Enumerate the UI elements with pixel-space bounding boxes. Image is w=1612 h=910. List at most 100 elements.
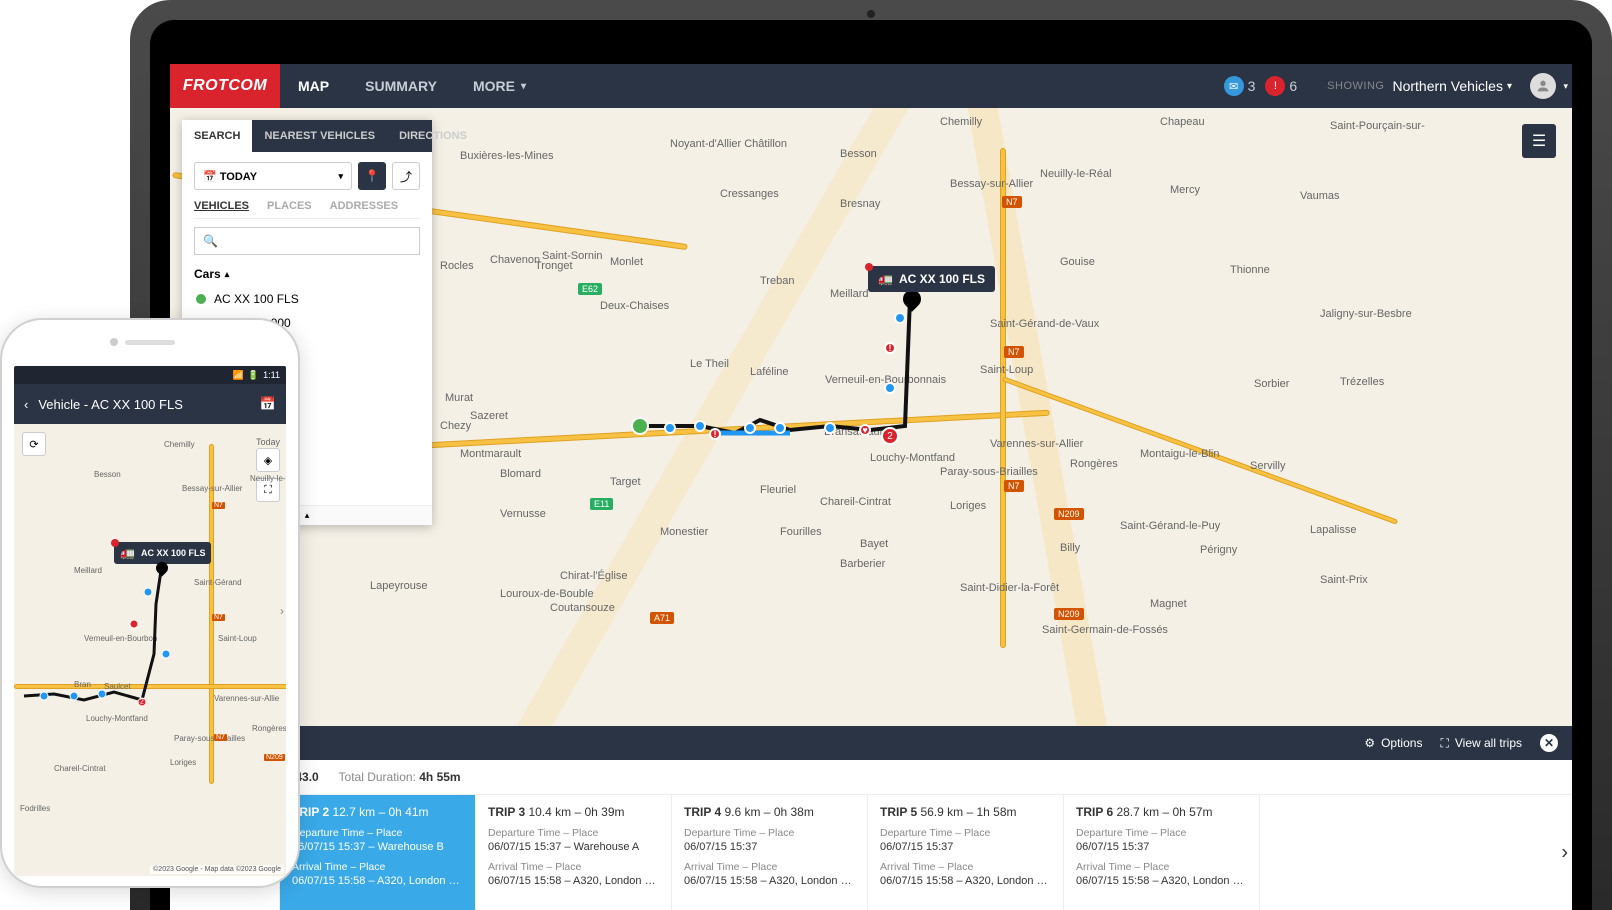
phone-map[interactable]: ⟳ Today ◈ ⛶ ChemillyBessonBessay-sur-All…: [14, 424, 286, 876]
map-town-label: Montaigu-le-Blin: [1140, 448, 1219, 460]
map-town-label: Rongères: [1070, 458, 1118, 470]
map-town-label: Sorbier: [1254, 378, 1289, 390]
road-shield: N209: [1054, 608, 1084, 620]
tab-search[interactable]: SEARCH: [182, 120, 252, 152]
phone-title: Vehicle - AC XX 100 FLS: [38, 397, 183, 412]
wifi-icon: 📶: [233, 370, 244, 381]
search-input[interactable]: [194, 227, 420, 255]
route-point: [894, 312, 906, 324]
map-town-label: Saint-Didier-la-Forêt: [960, 582, 1059, 594]
map-town-label: Monlet: [610, 256, 643, 268]
vehicle-group[interactable]: Cars: [194, 267, 420, 281]
nav-more[interactable]: MORE: [455, 64, 544, 108]
road-shield: N209: [1054, 508, 1084, 520]
desktop-screen: FROTCOM MAP SUMMARY MORE ✉3 !6 SHOWING N…: [170, 64, 1572, 910]
vehicle-label[interactable]: AC XX 100 FLS: [868, 266, 995, 292]
route-alert: !: [709, 428, 721, 440]
map-town-label: Paray-sous-Briailles: [940, 466, 1038, 478]
map-town-label: Rocles: [440, 260, 474, 272]
map-town-label: Mercy: [1170, 184, 1200, 196]
map-town-label: Vernusse: [500, 508, 546, 520]
map-town-label: Thionne: [1230, 264, 1270, 276]
showing-label: SHOWING: [1327, 80, 1384, 92]
map-town-label: Chemilly: [940, 116, 982, 128]
subtab-places[interactable]: PLACES: [267, 200, 312, 212]
gear-icon: ⚙: [1364, 736, 1375, 750]
map-town-label: Monestier: [660, 526, 708, 538]
tab-directions[interactable]: DIRECTIONS: [387, 120, 479, 152]
laptop-frame: FROTCOM MAP SUMMARY MORE ✉3 !6 SHOWING N…: [130, 0, 1612, 910]
map-town-label: Besson: [840, 148, 877, 160]
nav-summary[interactable]: SUMMARY: [347, 64, 455, 108]
map-town-label: Louchy-Montfand: [870, 452, 955, 464]
map-town-label: Chapeau: [1160, 116, 1205, 128]
calendar-button[interactable]: 📅: [260, 396, 276, 412]
map-town-label: Montmarault: [460, 448, 521, 460]
map-town-label: Chirat-l'Église: [560, 570, 628, 582]
trips-close[interactable]: ✕: [1540, 734, 1558, 752]
close-icon: ✕: [1540, 734, 1558, 752]
map-town-label: Servilly: [1250, 460, 1285, 472]
road-shield: E62: [578, 283, 602, 295]
trips-options[interactable]: ⚙Options: [1364, 736, 1422, 750]
alert-icon: !: [1265, 76, 1285, 96]
alert-badge[interactable]: !6: [1265, 76, 1297, 96]
status-dot: [196, 294, 206, 304]
map-town-label: Cressanges: [720, 188, 779, 200]
map-town-label: Périgny: [1200, 544, 1237, 556]
trip-card[interactable]: TRIP 6 28.7 km – 0h 57mDeparture Time – …: [1064, 795, 1260, 910]
showing-value[interactable]: Northern Vehicles: [1392, 78, 1503, 94]
map-town-label: Target: [610, 476, 641, 488]
map-town-label: Saint-Prix: [1320, 574, 1368, 586]
date-picker[interactable]: 📅 TODAY▾: [194, 162, 352, 190]
route-point: [884, 382, 896, 394]
map-town-label: Treban: [760, 275, 794, 287]
route-alert: !: [884, 342, 896, 354]
map-layers-button[interactable]: ☰: [1522, 124, 1556, 158]
map-town-label: Barberier: [840, 558, 885, 570]
trip-card[interactable]: TRIP 5 56.9 km – 1h 58mDeparture Time – …: [868, 795, 1064, 910]
map-town-label: Bayet: [860, 538, 888, 550]
vehicle-list-item[interactable]: AC XX 100 FLS: [194, 287, 420, 311]
trip-card[interactable]: TRIP 3 10.4 km – 0h 39mDeparture Time – …: [476, 795, 672, 910]
refresh-button[interactable]: ⟳: [22, 432, 46, 456]
subtab-vehicles[interactable]: VEHICLES: [194, 200, 249, 212]
nav-map[interactable]: MAP: [280, 64, 347, 108]
phone-next[interactable]: ›: [280, 604, 284, 618]
mail-icon: ✉: [1224, 76, 1244, 96]
map-town-label: Magnet: [1150, 598, 1187, 610]
route-point: [824, 422, 836, 434]
trip-card[interactable]: TRIP 2 12.7 km – 0h 41mDeparture Time – …: [280, 795, 476, 910]
map-town-label: Saint-Loup: [980, 364, 1033, 376]
tab-nearest[interactable]: NEAREST VEHICLES: [252, 120, 387, 152]
top-navbar: FROTCOM MAP SUMMARY MORE ✉3 !6 SHOWING N…: [170, 64, 1572, 108]
user-avatar[interactable]: [1530, 73, 1556, 99]
trips-next-button[interactable]: ›: [1561, 841, 1568, 864]
map-town-label: Neuilly-le-Réal: [1040, 168, 1112, 180]
route-toggle[interactable]: ⤴: [392, 162, 420, 190]
trips-viewall[interactable]: ⛶View all trips: [1440, 736, 1522, 751]
map-town-label: Fleuriel: [760, 484, 796, 496]
map-town-label: Saint-Gérand-de-Vaux: [990, 318, 1099, 330]
map-town-label: Trézelles: [1340, 376, 1384, 388]
back-button[interactable]: ‹: [24, 397, 28, 412]
road-shield: E11: [590, 498, 613, 510]
road-shield: N7: [1004, 480, 1024, 492]
trips-panel: FLS TRIPS ⚙Options ⛶View all trips ✕ Tot…: [170, 726, 1572, 910]
brand-logo[interactable]: FROTCOM: [170, 64, 280, 108]
map-town-label: Loriges: [950, 500, 986, 512]
map-town-label: Saint-Germain-de-Fossés: [1042, 624, 1168, 636]
map-town-label: Varennes-sur-Allier: [990, 438, 1083, 450]
route-point: [694, 420, 706, 432]
map-town-label: Saint-Sornin: [542, 250, 603, 262]
pin-toggle[interactable]: 📍: [358, 162, 386, 190]
mail-badge[interactable]: ✉3: [1224, 76, 1256, 96]
map-town-label: Bessay-sur-Allier: [950, 178, 1033, 190]
map-area[interactable]: ChemillyChapeauSaint-Pourçain-sur-Noyant…: [170, 108, 1572, 726]
route-point: [744, 422, 756, 434]
layers-button[interactable]: ◈: [256, 448, 280, 472]
trip-card[interactable]: TRIP 4 9.6 km – 0h 38mDeparture Time – P…: [672, 795, 868, 910]
map-town-label: Vaumas: [1300, 190, 1340, 202]
map-town-label: Saint-Gérand-le-Puy: [1120, 520, 1220, 532]
subtab-addresses[interactable]: ADDRESSES: [330, 200, 398, 212]
